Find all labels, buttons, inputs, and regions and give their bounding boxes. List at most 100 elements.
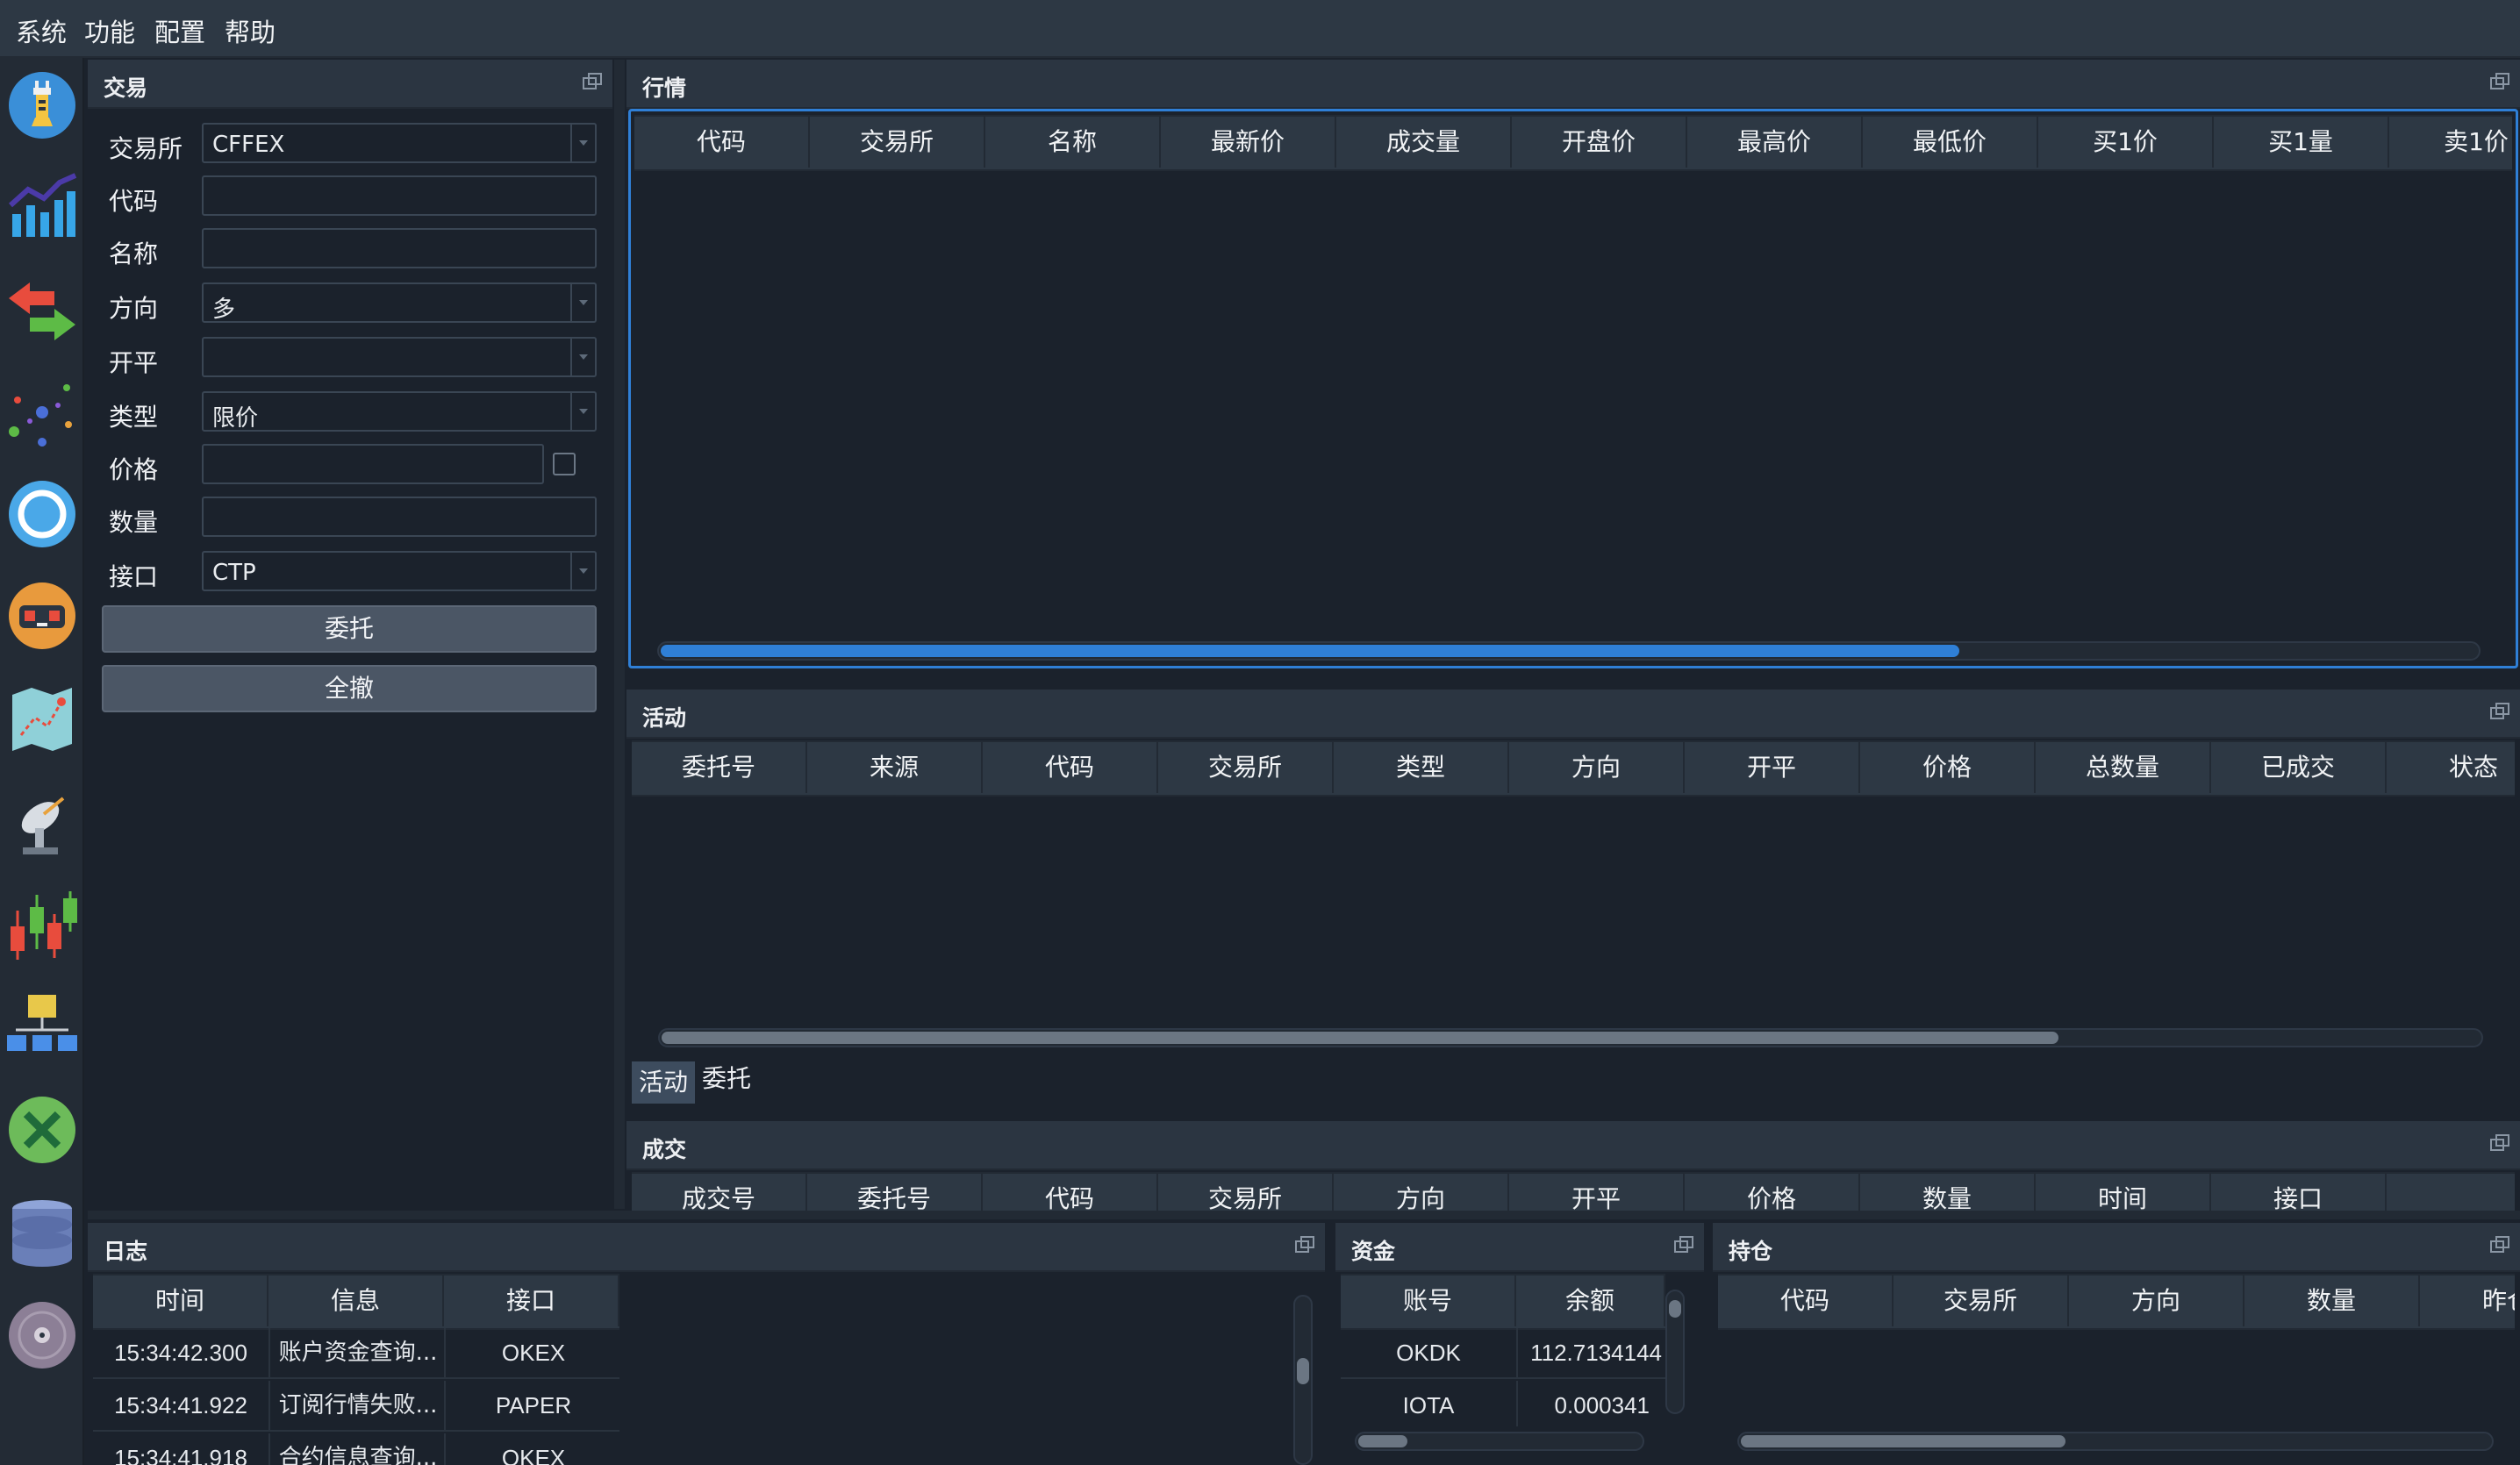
market-col-bid-volume[interactable]: 买1量 (2214, 117, 2389, 168)
market-col-high[interactable]: 最高价 (1687, 117, 1863, 168)
volume-input[interactable] (202, 497, 597, 537)
market-horizontal-scrollbar[interactable] (657, 641, 2481, 661)
active-col-offset[interactable]: 开平 (1685, 742, 1860, 793)
network-icon[interactable] (5, 375, 79, 449)
table-row[interactable]: IOTA 0.000341 (1341, 1381, 1665, 1426)
market-col-symbol[interactable]: 代码 (634, 117, 810, 168)
satellite-icon[interactable] (5, 786, 79, 860)
gateway-combo[interactable]: CTP (202, 551, 597, 591)
log-col-time[interactable]: 时间 (93, 1276, 268, 1326)
exchange-combo[interactable]: CFFEX (202, 123, 597, 163)
active-col-direction[interactable]: 方向 (1509, 742, 1685, 793)
scrollbar-thumb[interactable] (1669, 1300, 1681, 1318)
active-col-status[interactable]: 状态 (2387, 742, 2515, 793)
type-combo[interactable]: 限价 (202, 391, 597, 432)
market-col-volume[interactable]: 成交量 (1336, 117, 1512, 168)
active-col-total[interactable]: 总数量 (2036, 742, 2211, 793)
cancel-all-button[interactable]: 全撤 (102, 665, 597, 712)
active-col-symbol[interactable]: 代码 (983, 742, 1158, 793)
account-col-balance[interactable]: 余额 (1516, 1276, 1665, 1326)
active-col-exchange[interactable]: 交易所 (1158, 742, 1334, 793)
log-col-gateway[interactable]: 接口 (444, 1276, 619, 1326)
float-icon[interactable] (1295, 1236, 1314, 1254)
menu-help[interactable]: 帮助 (225, 12, 276, 49)
active-col-traded[interactable]: 已成交 (2211, 742, 2387, 793)
trades-col-direction[interactable]: 方向 (1334, 1174, 1509, 1211)
send-order-button[interactable]: 委托 (102, 605, 597, 653)
price-checkbox[interactable] (553, 453, 576, 475)
trades-col-exchange[interactable]: 交易所 (1158, 1174, 1334, 1211)
vertical-splitter[interactable] (614, 60, 625, 1209)
hierarchy-icon[interactable] (5, 990, 79, 1063)
trades-col-tradeid[interactable]: 成交号 (632, 1174, 807, 1211)
float-icon[interactable] (2490, 703, 2509, 720)
chart-icon[interactable] (5, 170, 79, 244)
scrollbar-thumb[interactable] (661, 645, 1959, 657)
price-input[interactable] (202, 444, 544, 484)
account-vertical-scrollbar[interactable] (1665, 1290, 1685, 1414)
symbol-input[interactable] (202, 175, 597, 216)
close-circle-icon[interactable] (5, 1093, 79, 1167)
trades-col-symbol[interactable]: 代码 (983, 1174, 1158, 1211)
scrollbar-thumb[interactable] (662, 1032, 2058, 1044)
account-col-id[interactable]: 账号 (1341, 1276, 1516, 1326)
market-col-bid-price[interactable]: 买1价 (2038, 117, 2214, 168)
candlestick-icon[interactable] (5, 888, 79, 961)
position-col-yd-volume[interactable]: 昨仓 (2420, 1276, 2515, 1326)
log-vertical-scrollbar[interactable] (1293, 1295, 1313, 1465)
market-col-low[interactable]: 最低价 (1863, 117, 2038, 168)
position-horizontal-scrollbar[interactable] (1737, 1432, 2494, 1451)
tab-orders[interactable]: 委托 (695, 1058, 758, 1100)
trades-col-time[interactable]: 时间 (2036, 1174, 2211, 1211)
table-row[interactable]: 15:34:41.918 合约信息查询... OKEX (93, 1433, 619, 1465)
log-col-message[interactable]: 信息 (268, 1276, 444, 1326)
float-icon[interactable] (2490, 1134, 2509, 1152)
robot-icon[interactable] (5, 579, 79, 653)
menu-system[interactable]: 系统 (16, 12, 67, 49)
market-col-exchange[interactable]: 交易所 (810, 117, 985, 168)
tab-active[interactable]: 活动 (632, 1061, 696, 1104)
position-col-exchange[interactable]: 交易所 (1894, 1276, 2069, 1326)
float-icon[interactable] (583, 73, 602, 90)
table-row[interactable]: 15:34:41.922 订阅行情失败... PAPER (93, 1381, 619, 1432)
position-col-symbol[interactable]: 代码 (1718, 1276, 1894, 1326)
position-col-direction[interactable]: 方向 (2069, 1276, 2244, 1326)
active-horizontal-scrollbar[interactable] (658, 1028, 2483, 1047)
direction-combo[interactable]: 多 (202, 282, 597, 323)
map-icon[interactable] (5, 682, 79, 756)
float-icon[interactable] (1674, 1236, 1693, 1254)
market-table[interactable]: 代码 交易所 名称 最新价 成交量 开盘价 最高价 最低价 买1价 买1量 卖1价 (628, 109, 2518, 668)
trades-col-gateway[interactable]: 接口 (2211, 1174, 2387, 1211)
circle-icon[interactable] (5, 477, 79, 551)
disk-icon[interactable] (5, 1298, 79, 1372)
name-input[interactable] (202, 228, 597, 268)
menu-config[interactable]: 配置 (154, 12, 205, 49)
active-col-orderid[interactable]: 委托号 (632, 742, 807, 793)
float-icon[interactable] (2490, 73, 2509, 90)
table-row[interactable]: 15:34:42.300 账户资金查询... OKEX (93, 1328, 619, 1379)
active-col-source[interactable]: 来源 (807, 742, 983, 793)
trades-col-volume[interactable]: 数量 (1860, 1174, 2036, 1211)
trades-col-offset[interactable]: 开平 (1509, 1174, 1685, 1211)
account-horizontal-scrollbar[interactable] (1355, 1432, 1644, 1451)
offset-combo[interactable] (202, 337, 597, 377)
trader-icon[interactable] (5, 68, 79, 142)
scrollbar-thumb[interactable] (1741, 1435, 2065, 1447)
scrollbar-thumb[interactable] (1358, 1435, 1407, 1447)
scrollbar-thumb[interactable] (1297, 1358, 1309, 1384)
market-col-open[interactable]: 开盘价 (1512, 117, 1687, 168)
market-col-last-price[interactable]: 最新价 (1161, 117, 1336, 168)
horizontal-splitter[interactable] (88, 1211, 2520, 1219)
menu-function[interactable]: 功能 (84, 12, 135, 49)
arrows-icon[interactable] (5, 274, 79, 347)
table-row[interactable]: OKDK 112.7134144 (1341, 1328, 1665, 1379)
trades-col-price[interactable]: 价格 (1685, 1174, 1860, 1211)
active-col-price[interactable]: 价格 (1860, 742, 2036, 793)
market-col-name[interactable]: 名称 (985, 117, 1161, 168)
float-icon[interactable] (2490, 1236, 2509, 1254)
database-icon[interactable] (5, 1195, 79, 1268)
trades-col-orderid[interactable]: 委托号 (807, 1174, 983, 1211)
position-col-volume[interactable]: 数量 (2244, 1276, 2420, 1326)
market-col-ask-price[interactable]: 卖1价 (2389, 117, 2512, 168)
active-col-type[interactable]: 类型 (1334, 742, 1509, 793)
